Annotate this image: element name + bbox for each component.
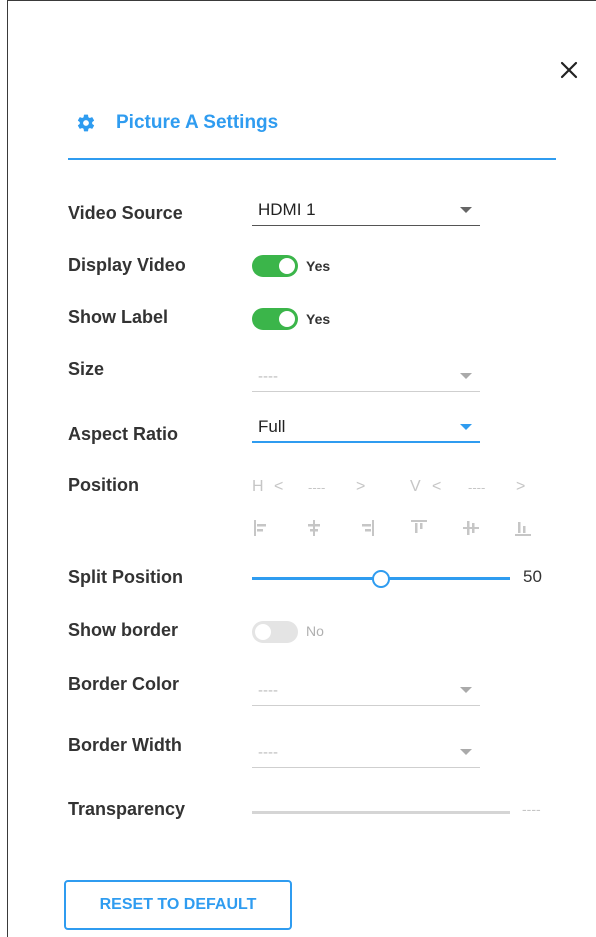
reset-to-default-button[interactable]: RESET TO DEFAULT bbox=[64, 880, 292, 930]
chevron-down-icon bbox=[460, 424, 472, 430]
position-h-label: H bbox=[252, 478, 264, 495]
aspect-ratio-value: Full bbox=[258, 417, 286, 436]
align-center-vertical-icon[interactable] bbox=[461, 518, 481, 538]
align-right-icon[interactable] bbox=[356, 518, 376, 538]
toggle-knob bbox=[279, 311, 295, 327]
show-border-label: Show border bbox=[68, 620, 179, 640]
show-border-state: No bbox=[306, 623, 324, 639]
chevron-down-icon bbox=[460, 207, 472, 213]
video-source-value: HDMI 1 bbox=[258, 200, 316, 219]
position-h-increase[interactable]: > bbox=[356, 478, 365, 496]
size-label: Size bbox=[68, 359, 105, 379]
align-bottom-icon[interactable] bbox=[513, 518, 533, 538]
aspect-ratio-select[interactable]: Full bbox=[252, 413, 480, 443]
select-underline bbox=[252, 767, 480, 768]
select-underline bbox=[252, 391, 480, 392]
close-icon[interactable] bbox=[557, 58, 581, 82]
transparency-label: Transparency bbox=[68, 799, 186, 819]
panel-title: Picture A Settings bbox=[116, 112, 279, 133]
select-underline bbox=[252, 225, 480, 226]
show-border-toggle[interactable] bbox=[252, 621, 298, 643]
show-label-toggle[interactable] bbox=[252, 308, 298, 330]
border-width-select[interactable]: ---- bbox=[252, 738, 480, 768]
align-top-icon[interactable] bbox=[409, 518, 429, 538]
position-v-decrease[interactable]: < bbox=[432, 478, 441, 496]
position-v-value: ---- bbox=[468, 480, 486, 495]
border-width-label: Border Width bbox=[68, 735, 182, 755]
video-source-select[interactable]: HDMI 1 bbox=[252, 196, 480, 226]
display-video-label: Display Video bbox=[68, 255, 186, 275]
show-label-state: Yes bbox=[306, 311, 331, 327]
position-h-value: ---- bbox=[308, 480, 326, 495]
align-left-icon[interactable] bbox=[252, 518, 272, 538]
select-underline bbox=[252, 705, 480, 706]
position-label: Position bbox=[68, 475, 139, 495]
chevron-down-icon bbox=[460, 749, 472, 755]
align-center-horizontal-icon[interactable] bbox=[304, 518, 324, 538]
toggle-knob bbox=[279, 258, 295, 274]
size-value: ---- bbox=[258, 368, 278, 385]
border-width-value: ---- bbox=[258, 744, 278, 761]
panel-header: Picture A Settings bbox=[68, 104, 556, 160]
transparency-value: ---- bbox=[522, 801, 541, 817]
position-v-label: V bbox=[410, 478, 421, 495]
position-controls: H < ---- > V < ---- > bbox=[252, 478, 542, 500]
transparency-slider-track[interactable] bbox=[252, 811, 510, 814]
display-video-toggle[interactable] bbox=[252, 255, 298, 277]
aspect-ratio-label: Aspect Ratio bbox=[68, 424, 179, 444]
size-select[interactable]: ---- bbox=[252, 362, 480, 392]
video-source-label: Video Source bbox=[68, 203, 183, 223]
split-position-value: 50 bbox=[523, 567, 542, 586]
display-video-state: Yes bbox=[306, 258, 331, 274]
position-h-decrease[interactable]: < bbox=[274, 478, 283, 496]
gear-icon bbox=[77, 114, 95, 132]
split-position-label: Split Position bbox=[68, 567, 183, 587]
border-color-label: Border Color bbox=[68, 674, 180, 694]
border-color-value: ---- bbox=[258, 682, 278, 699]
position-v-increase[interactable]: > bbox=[516, 478, 525, 496]
show-label-label: Show Label bbox=[68, 307, 169, 327]
chevron-down-icon bbox=[460, 373, 472, 379]
select-underline bbox=[252, 441, 480, 443]
toggle-knob bbox=[255, 624, 271, 640]
split-position-slider-handle[interactable] bbox=[372, 570, 390, 588]
border-color-select[interactable]: ---- bbox=[252, 676, 480, 706]
chevron-down-icon bbox=[460, 687, 472, 693]
